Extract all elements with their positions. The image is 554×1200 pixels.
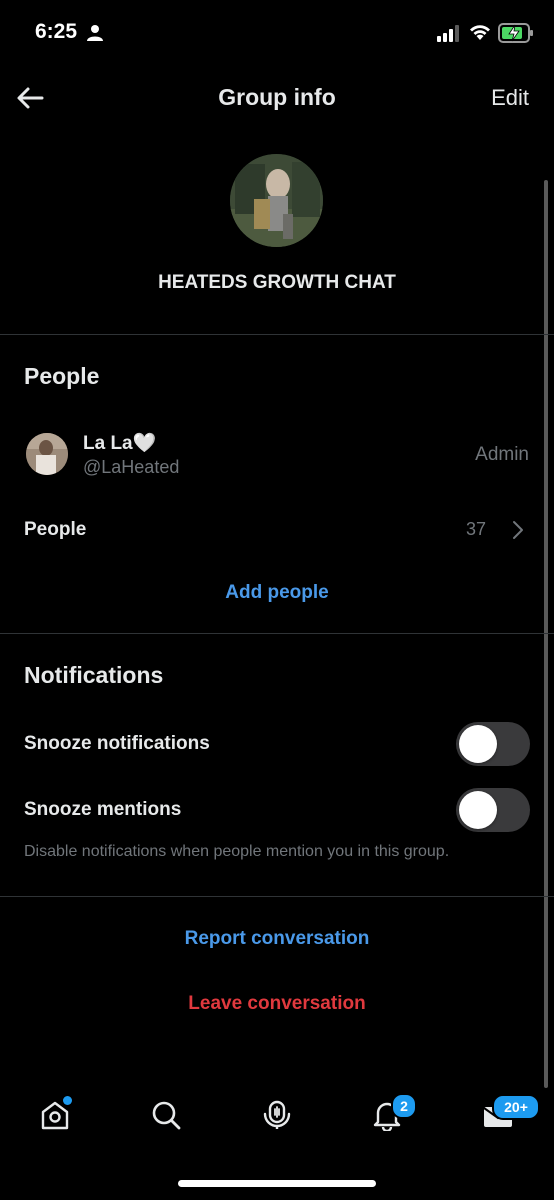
tab-home[interactable] [25, 1085, 85, 1145]
notifications-badge: 2 [391, 1093, 417, 1119]
snooze-notifications-toggle[interactable] [456, 722, 530, 766]
group-name: HEATEDS GROWTH CHAT [158, 272, 396, 293]
tab-notifications[interactable]: 2 [357, 1085, 417, 1145]
toggle-knob [459, 791, 497, 829]
snooze-mentions-label: Snooze mentions [24, 799, 182, 820]
member-handle: @LaHeated [83, 457, 180, 477]
home-indicator[interactable] [178, 1180, 376, 1187]
tab-search[interactable] [136, 1085, 196, 1145]
top-nav: Group info Edit [0, 72, 554, 124]
home-unread-dot [63, 1096, 72, 1105]
leave-conversation-button[interactable]: Leave conversation [0, 993, 554, 1015]
person-icon [87, 25, 103, 41]
add-people-button[interactable]: Add people [0, 582, 554, 604]
divider [0, 633, 554, 634]
snooze-notifications-label: Snooze notifications [24, 733, 210, 754]
back-arrow-icon[interactable] [14, 82, 46, 114]
chevron-right-icon [513, 521, 523, 539]
tab-messages[interactable]: 20+ [468, 1085, 540, 1145]
cellular-signal-icon [437, 25, 459, 42]
people-section-title: People [24, 363, 100, 389]
notifications-section-title: Notifications [24, 662, 164, 688]
status-bar: 6:25 [0, 0, 554, 62]
divider [0, 334, 554, 335]
people-row-label: People [24, 519, 87, 540]
wifi-icon [470, 25, 490, 40]
snooze-mentions-helper-text: Disable notifications when people mentio… [24, 843, 450, 860]
group-photo [230, 154, 323, 247]
people-count: 37 [465, 519, 486, 539]
snooze-mentions-toggle[interactable] [456, 788, 530, 832]
member-name: La La🤍 [83, 433, 157, 454]
avatar-photo [26, 433, 68, 475]
tab-spaces[interactable] [247, 1085, 307, 1145]
scrollbar[interactable] [544, 180, 548, 1088]
member-role-badge: Admin [475, 444, 529, 465]
bottom-tab-bar: 2 20+ [0, 1085, 554, 1155]
battery-charging-icon [498, 23, 533, 43]
search-icon [152, 1101, 181, 1130]
toggle-knob [459, 725, 497, 763]
edit-button[interactable]: Edit [491, 85, 529, 111]
status-time: 6:25 [35, 20, 78, 43]
spaces-microphone-icon [263, 1100, 291, 1129]
group-avatar [230, 154, 323, 247]
divider [0, 896, 554, 897]
report-conversation-button[interactable]: Report conversation [0, 928, 554, 950]
messages-badge: 20+ [492, 1094, 540, 1120]
page-title: Group info [218, 84, 336, 110]
avatar [26, 433, 68, 475]
